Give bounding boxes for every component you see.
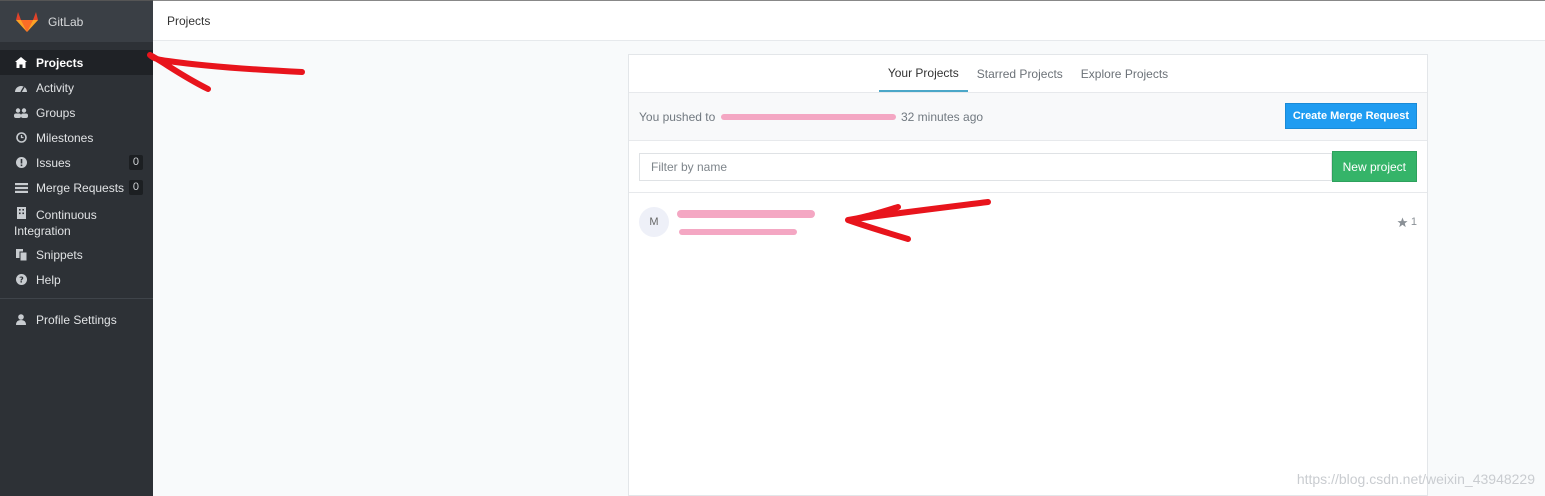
sidebar-item-issues[interactable]: Issues 0 — [0, 150, 153, 175]
clock-icon — [14, 132, 28, 143]
exclamation-circle-icon — [14, 157, 28, 168]
issues-count-badge: 0 — [128, 155, 143, 170]
brand[interactable]: GitLab — [0, 0, 153, 42]
push-notice-suffix: 32 minutes ago — [900, 109, 984, 124]
sidebar-item-label: Projects — [36, 55, 84, 70]
files-icon — [14, 248, 28, 261]
sidebar-item-label-line1: Continuous — [36, 208, 97, 222]
gitlab-logo-icon — [16, 11, 38, 32]
sidebar-item-label: Milestones — [36, 130, 94, 145]
sidebar-item-snippets[interactable]: Snippets — [0, 242, 153, 267]
question-circle-icon: ? — [14, 274, 28, 285]
brand-name: GitLab — [48, 14, 84, 29]
merge-requests-count-badge: 0 — [128, 180, 143, 195]
svg-text:?: ? — [19, 276, 24, 285]
redacted-branch-name — [720, 114, 896, 121]
push-notice-prefix: You pushed to — [639, 109, 716, 124]
annotation-arrow-sidebar — [147, 52, 305, 92]
dashboard-icon — [14, 83, 28, 93]
sidebar-divider — [0, 298, 153, 299]
tab-starred-projects[interactable]: Starred Projects — [968, 55, 1072, 92]
page-title: Projects — [167, 13, 211, 28]
star-count-value: 1 — [1410, 216, 1417, 228]
projects-panel: Your Projects Starred Projects Explore P… — [628, 54, 1428, 496]
home-icon — [14, 57, 28, 68]
sidebar-item-activity[interactable]: Activity — [0, 75, 153, 100]
sidebar-item-help[interactable]: ? Help — [0, 267, 153, 292]
new-project-button[interactable]: New project — [1331, 151, 1417, 182]
sidebar-item-label: Profile Settings — [36, 312, 117, 327]
sidebar-item-label: Activity — [36, 80, 75, 95]
sidebar-item-label: Snippets — [36, 247, 83, 262]
sidebar-item-label-line2: Integration — [14, 224, 71, 238]
building-icon — [14, 207, 28, 219]
tab-explore-projects[interactable]: Explore Projects — [1072, 55, 1177, 92]
project-avatar: M — [639, 207, 669, 237]
filter-row: New project — [629, 141, 1427, 193]
sidebar-nav: Projects Activity Groups Milestones Issu… — [0, 42, 153, 292]
redaction-mark — [677, 210, 815, 218]
header: Projects — [153, 0, 1545, 41]
star-icon — [1397, 216, 1408, 227]
sidebar-item-milestones[interactable]: Milestones — [0, 125, 153, 150]
sidebar-item-label: Groups — [36, 105, 76, 120]
sidebar-item-label: Merge Requests — [36, 180, 125, 195]
users-icon — [14, 107, 28, 118]
sidebar-item-merge-requests[interactable]: Merge Requests 0 — [0, 175, 153, 200]
sidebar-item-profile-settings[interactable]: Profile Settings — [0, 307, 153, 332]
sidebar-item-groups[interactable]: Groups — [0, 100, 153, 125]
sidebar-item-label: Continuous Integration — [14, 207, 97, 239]
project-tabs: Your Projects Starred Projects Explore P… — [629, 55, 1427, 93]
create-merge-request-button[interactable]: Create Merge Request — [1284, 103, 1417, 129]
list-icon — [14, 182, 28, 193]
sidebar: GitLab Projects Activity Groups Mileston… — [0, 0, 153, 496]
redacted-project-name[interactable] — [677, 207, 817, 237]
user-icon — [14, 314, 28, 325]
push-notice: You pushed to 32 minutes ago Create Merg… — [629, 93, 1427, 141]
star-count: 1 — [1397, 216, 1417, 228]
push-notice-text: You pushed to 32 minutes ago — [639, 110, 983, 124]
filter-by-name-input[interactable] — [639, 152, 1332, 181]
redaction-mark — [679, 229, 797, 235]
sidebar-item-projects[interactable]: Projects — [0, 50, 153, 75]
project-list-item[interactable]: M 1 — [629, 193, 1427, 251]
sidebar-item-label: Help — [36, 272, 61, 287]
sidebar-item-label: Issues — [36, 155, 71, 170]
tab-your-projects[interactable]: Your Projects — [878, 55, 968, 92]
watermark: https://blog.csdn.net/weixin_43948229 — [1296, 471, 1535, 487]
sidebar-item-continuous-integration[interactable]: Continuous Integration — [0, 200, 153, 242]
